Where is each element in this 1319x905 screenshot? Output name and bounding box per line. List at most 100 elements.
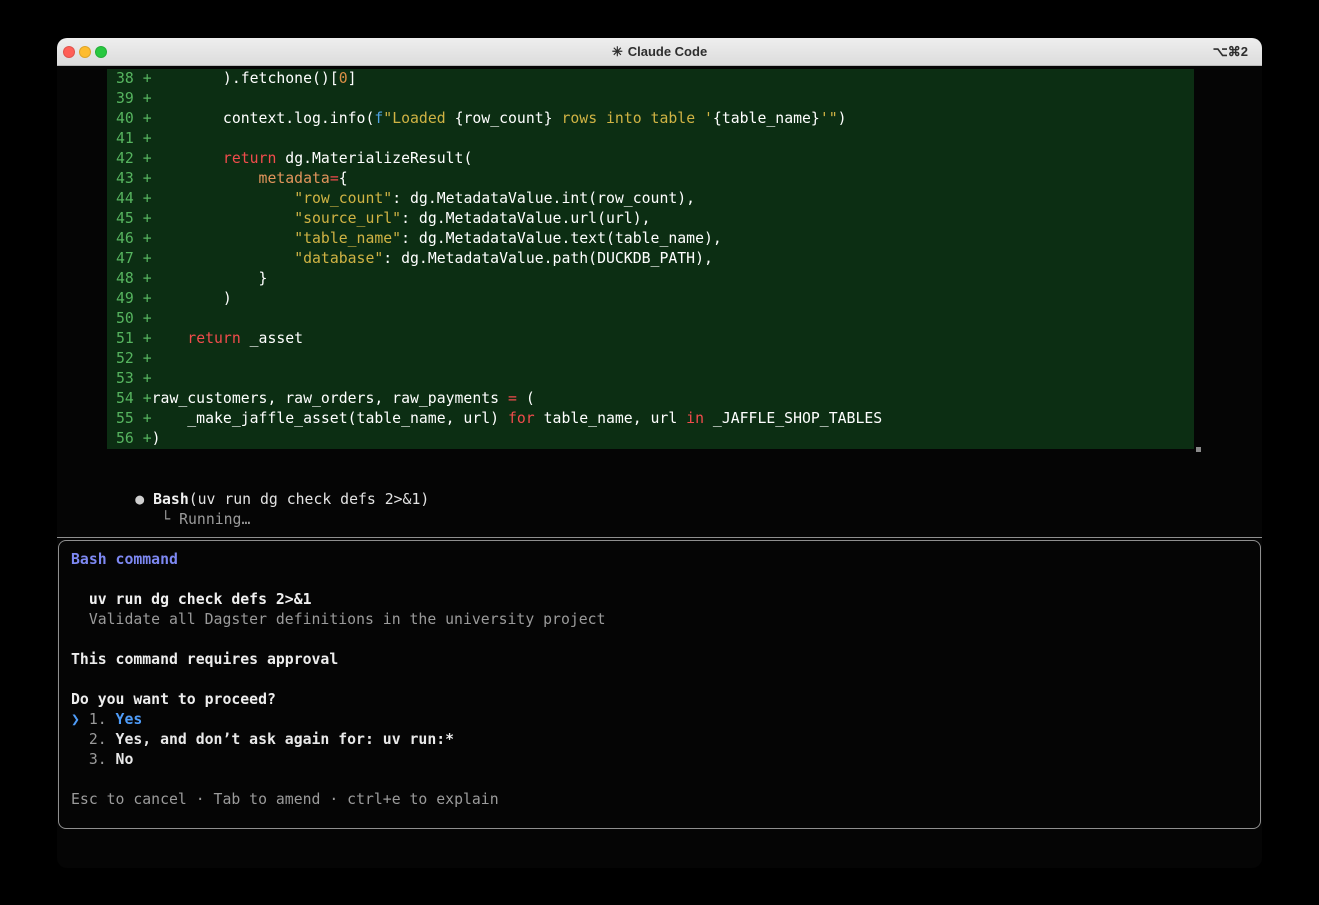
diff-line: 56 +) <box>116 429 1194 449</box>
diff-line: 52 + <box>116 349 1194 369</box>
code-token-string: '" <box>820 110 838 127</box>
option-number: 3. <box>89 750 116 770</box>
diff-line: 54 +raw_customers, raw_orders, raw_payme… <box>116 389 1194 409</box>
window-titlebar[interactable]: ✳Claude Code ⌥⌘2 <box>57 38 1262 66</box>
diff-line-gutter: 42 + <box>116 150 152 167</box>
code-token-param: metadata <box>259 170 330 187</box>
window-title-text: Claude Code <box>628 44 707 59</box>
code-token-plain: {row_count} <box>455 110 553 127</box>
diff-line-gutter: 46 + <box>116 230 152 247</box>
code-token-plain: table_name, url <box>535 410 686 427</box>
diff-line-gutter: 55 + <box>116 410 152 427</box>
scrollbar-dot[interactable] <box>1196 447 1201 452</box>
close-button[interactable] <box>63 46 75 58</box>
options-list: ❯1.Yes2.Yes, and don’t ask again for: uv… <box>71 710 1248 770</box>
diff-line: 40 + context.log.info(f"Loaded {row_coun… <box>116 109 1194 129</box>
minimize-button[interactable] <box>79 46 91 58</box>
diff-line: 49 + ) <box>116 289 1194 309</box>
diff-line: 53 + <box>116 369 1194 389</box>
diff-line: 38 + ).fetchone()[0] <box>116 69 1194 89</box>
diff-line-gutter: 47 + <box>116 250 152 267</box>
zoom-button[interactable] <box>95 46 107 58</box>
dialog-option-2[interactable]: 2.Yes, and don’t ask again for: uv run:* <box>71 730 1248 750</box>
tool-args: (uv run dg check defs 2>&1) <box>189 491 430 508</box>
code-token-keyword: = <box>330 170 339 187</box>
window-shortcut-hint: ⌥⌘2 <box>1213 44 1262 60</box>
diff-line-gutter: 40 + <box>116 110 152 127</box>
code-token-string: "row_count" <box>294 190 392 207</box>
code-token-keyword: = <box>508 390 517 407</box>
diff-block: 38 + ).fetchone()[0]39 +40 + context.log… <box>107 69 1194 449</box>
code-token-plain: ).fetchone()[ <box>152 70 339 87</box>
code-token-plain: _make_jaffle_asset(table_name, url) <box>152 410 508 427</box>
dialog-option-3[interactable]: 3.No <box>71 750 1248 770</box>
code-token-keyword: return <box>187 330 240 347</box>
diff-line-gutter: 52 + <box>116 350 152 367</box>
code-token-plain: ] <box>348 70 357 87</box>
code-token-keyword: for <box>508 410 535 427</box>
code-token-fstring: f <box>374 110 383 127</box>
dialog-option-1[interactable]: ❯1.Yes <box>71 710 1248 730</box>
option-number: 1. <box>89 710 116 730</box>
tool-call: ●Bash(uv run dg check defs 2>&1) └Runnin… <box>64 470 1262 510</box>
code-token-string: "database" <box>294 250 383 267</box>
code-token-plain: : dg.MetadataValue.int(row_count), <box>392 190 695 207</box>
diff-line-gutter: 44 + <box>116 190 152 207</box>
diff-line: 51 + return _asset <box>116 329 1194 349</box>
code-token-string: "Loaded <box>383 110 454 127</box>
code-token-plain: : dg.MetadataValue.url(url), <box>401 210 650 227</box>
code-token-plain: _JAFFLE_SHOP_TABLES <box>704 410 882 427</box>
code-token-keyword: return <box>223 150 276 167</box>
diff-line: 45 + "source_url": dg.MetadataValue.url(… <box>116 209 1194 229</box>
code-token-string: "table_name" <box>294 230 401 247</box>
code-token-plain: : dg.MetadataValue.text(table_name), <box>401 230 722 247</box>
code-token-plain <box>152 170 259 187</box>
tool-name: Bash <box>153 491 189 508</box>
code-token-plain: : dg.MetadataValue.path(DUCKDB_PATH), <box>383 250 713 267</box>
code-token-number: 0 <box>339 70 348 87</box>
code-token-plain <box>152 250 295 267</box>
diff-line: 50 + <box>116 309 1194 329</box>
code-token-plain: ( <box>517 390 535 407</box>
code-token-plain: _asset <box>241 330 303 347</box>
diff-line-gutter: 54 + <box>116 390 152 407</box>
dialog-title: Bash command <box>71 550 1248 570</box>
selection-pointer-icon: ❯ <box>71 710 89 730</box>
proceed-question: Do you want to proceed? <box>71 690 1248 710</box>
code-token-plain: raw_customers, raw_orders, raw_payments <box>152 390 508 407</box>
diff-line-gutter: 39 + <box>116 90 152 107</box>
tool-status-text: Running… <box>179 511 250 528</box>
diff-line: 47 + "database": dg.MetadataValue.path(D… <box>116 249 1194 269</box>
diff-line: 43 + metadata={ <box>116 169 1194 189</box>
window-title: ✳Claude Code <box>57 44 1262 60</box>
diff-line-gutter: 53 + <box>116 370 152 387</box>
diff-line-gutter: 49 + <box>116 290 152 307</box>
diff-line: 44 + "row_count": dg.MetadataValue.int(r… <box>116 189 1194 209</box>
diff-line-gutter: 45 + <box>116 210 152 227</box>
diff-line: 42 + return dg.MaterializeResult( <box>116 149 1194 169</box>
option-number: 2. <box>89 730 116 750</box>
code-token-plain <box>152 190 295 207</box>
code-token-plain: ) <box>152 290 232 307</box>
diff-line-gutter: 48 + <box>116 270 152 287</box>
diff-line: 48 + } <box>116 269 1194 289</box>
code-token-string: rows into table ' <box>553 110 713 127</box>
code-token-plain <box>152 210 295 227</box>
code-token-plain: ) <box>838 110 847 127</box>
diff-line-gutter: 38 + <box>116 70 152 87</box>
code-token-plain: } <box>152 270 268 287</box>
code-token-plain: ) <box>152 430 161 447</box>
dialog-footer-hints: Esc to cancel · Tab to amend · ctrl+e to… <box>71 790 1248 810</box>
diff-line-gutter: 43 + <box>116 170 152 187</box>
option-label: No <box>116 751 134 768</box>
code-token-plain: context.log.info( <box>152 110 375 127</box>
dialog-command: uv run dg check defs 2>&1 <box>71 590 1248 610</box>
code-token-plain <box>152 330 188 347</box>
diff-line: 39 + <box>116 89 1194 109</box>
traffic-lights <box>57 46 107 58</box>
claude-code-window: ✳Claude Code ⌥⌘2 38 + ).fetchone()[0]39 … <box>57 38 1262 868</box>
diff-line: 41 + <box>116 129 1194 149</box>
diff-line-gutter: 50 + <box>116 310 152 327</box>
separator-line <box>57 537 1262 538</box>
diff-line: 55 + _make_jaffle_asset(table_name, url)… <box>116 409 1194 429</box>
